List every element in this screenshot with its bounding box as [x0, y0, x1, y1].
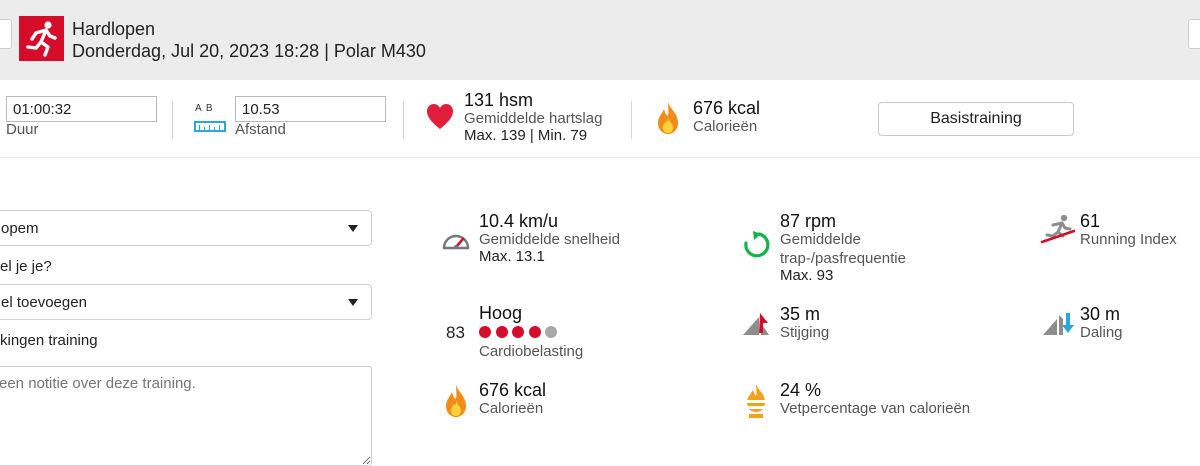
- feeling-select-value: el toevoegen: [1, 294, 87, 311]
- chevron-down-icon: [348, 299, 358, 306]
- heart-rate-label: Gemiddelde hartslag: [464, 110, 603, 127]
- running-index-label: Running Index: [1080, 231, 1177, 248]
- metric-calories-value: 676 kcal: [479, 380, 547, 400]
- activity-subtitle: Donderdag, Jul 20, 2023 18:28 | Polar M4…: [72, 41, 426, 61]
- cardio-load-dot: [528, 326, 541, 338]
- running-person-icon: [19, 16, 64, 61]
- cardio-load-value: Hoog: [479, 303, 523, 323]
- speed-label: Gemiddelde snelheid: [479, 231, 620, 248]
- sport-select[interactable]: opem: [0, 210, 372, 246]
- cardio-load-number: 83: [446, 323, 465, 342]
- descent-value: 30 m: [1080, 304, 1121, 324]
- speedometer-icon: [442, 234, 470, 250]
- calories-value: 676 kcal: [693, 98, 761, 118]
- heart-icon: [427, 104, 453, 129]
- notes-label: kingen training: [0, 332, 98, 349]
- running-index-icon: [1040, 214, 1076, 244]
- cadence-label: Gemiddelde: [780, 231, 861, 248]
- fat-burn-icon: [747, 384, 765, 418]
- feeling-question: el je je?: [0, 258, 52, 275]
- ruler-icon: [194, 121, 226, 132]
- ascent-value: 35 m: [780, 304, 821, 324]
- cardio-load-dot: [495, 326, 508, 338]
- cadence-max: Max. 93: [780, 267, 834, 284]
- flame-icon: [446, 385, 466, 417]
- sport-select-value: opem: [1, 220, 39, 237]
- descent-label: Daling: [1080, 324, 1123, 341]
- metric-calories-label: Calorieën: [479, 400, 544, 417]
- cardio-load-dot: [479, 326, 491, 338]
- calories-label: Calorieën: [693, 118, 758, 135]
- descent-icon: [1043, 313, 1074, 335]
- notes-textarea[interactable]: [0, 366, 372, 466]
- cardio-load-label: Cardiobelasting: [479, 343, 584, 360]
- ascent-icon: [743, 313, 769, 335]
- summary-divider: [631, 101, 632, 139]
- heart-rate-value: 131 hsm: [464, 90, 534, 110]
- header-action-button[interactable]: [1188, 19, 1200, 49]
- activity-title: Hardlopen: [72, 19, 156, 39]
- running-index-value: 61: [1080, 211, 1101, 231]
- ascent-label: Stijging: [780, 324, 830, 341]
- duration-label: Duur: [6, 121, 39, 138]
- distance-input[interactable]: [235, 96, 386, 122]
- cadence-arrow-icon: [744, 231, 770, 258]
- ab-label: A B: [195, 103, 214, 114]
- summary-divider: [403, 101, 404, 139]
- fat-pct-label: Vetpercentage van calorieën: [780, 400, 971, 417]
- heart-rate-max-min: Max. 139 | Min. 79: [464, 127, 588, 144]
- cadence-label: trap-/pasfrequentie: [780, 250, 906, 267]
- speed-max: Max. 13.1: [479, 248, 545, 265]
- fat-pct-value: 24 %: [780, 380, 822, 400]
- back-button[interactable]: [0, 19, 12, 49]
- cadence-value: 87 rpm: [780, 211, 837, 231]
- flame-icon: [658, 102, 678, 134]
- speed-value: 10.4 km/u: [479, 211, 559, 231]
- distance-label: Afstand: [235, 121, 286, 138]
- cardio-load-dot: [545, 326, 557, 338]
- duration-input[interactable]: [6, 96, 157, 122]
- basistraining-button[interactable]: Basistraining: [878, 102, 1074, 136]
- summary-divider: [172, 101, 173, 139]
- chevron-down-icon: [348, 225, 358, 232]
- activity-header: Hardlopen Donderdag, Jul 20, 2023 18:28 …: [0, 0, 1200, 80]
- feeling-select[interactable]: el toevoegen: [0, 284, 372, 320]
- cardio-load-dot: [512, 326, 524, 338]
